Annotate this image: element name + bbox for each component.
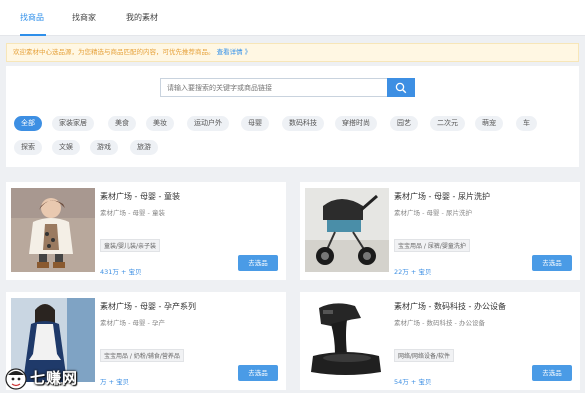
watermark-mascot-icon xyxy=(5,368,27,390)
search-icon xyxy=(395,82,407,94)
category-chip-car[interactable]: 车 xyxy=(516,116,537,131)
card-tag: 网络/网络设备/软件 xyxy=(394,349,455,362)
card-tag: 童装/婴儿装/亲子装 xyxy=(100,239,161,252)
category-chip-games[interactable]: 游戏 xyxy=(90,140,118,155)
go-select-button[interactable]: 去选品 xyxy=(532,365,572,381)
category-chip-sports[interactable]: 运动户外 xyxy=(187,116,229,131)
card-title: 素材广场 - 数码科技 - 办公设备 xyxy=(394,302,506,311)
product-image-stroller xyxy=(305,188,389,272)
tab-my-materials[interactable]: 我的素材 xyxy=(126,12,158,36)
category-chip-home[interactable]: 家装家居 xyxy=(52,116,94,131)
material-card[interactable]: 素材广场 - 母婴 - 尿片洗护 素材广场 - 母婴 - 尿片洗护 宝宝用品 /… xyxy=(300,182,580,280)
go-select-button[interactable]: 去选品 xyxy=(532,255,572,271)
card-tag: 宝宝用品 / 奶粉/辅食/营养品 xyxy=(100,349,184,362)
card-category-path: 素材广场 - 数码科技 - 办公设备 xyxy=(394,319,485,327)
card-category-path: 素材广场 - 母婴 - 童装 xyxy=(100,209,165,217)
category-chip-garden[interactable]: 园艺 xyxy=(390,116,418,131)
card-item-count: 22万 + 宝贝 xyxy=(394,268,432,276)
search-button[interactable] xyxy=(387,78,415,97)
category-chip-entertainment[interactable]: 文娱 xyxy=(52,140,80,155)
category-chip-anime[interactable]: 二次元 xyxy=(430,116,465,131)
product-image-kids-coat xyxy=(11,188,95,272)
top-tab-bar: 找商品 找商家 我的素材 xyxy=(0,0,585,36)
card-title: 素材广场 - 母婴 - 尿片洗护 xyxy=(394,192,490,201)
go-select-button[interactable]: 去选品 xyxy=(238,255,278,271)
category-chip-all[interactable]: 全部 xyxy=(14,116,42,131)
product-image-barcode-scanner xyxy=(305,298,389,382)
notice-detail-link[interactable]: 查看详情 》 xyxy=(217,48,252,56)
category-chip-fashion[interactable]: 穿搭时尚 xyxy=(335,116,377,131)
watermark-text: 七赚网 xyxy=(30,369,79,387)
category-chip-pets[interactable]: 萌宠 xyxy=(475,116,503,131)
card-tag: 宝宝用品 / 尿裤/婴童洗护 xyxy=(394,239,470,252)
tab-find-merchants[interactable]: 找商家 xyxy=(72,12,96,36)
category-chip-baby[interactable]: 母婴 xyxy=(241,116,269,131)
search-panel: 全部 家装家居 美食 美妆 运动户外 母婴 数码科技 穿搭时尚 园艺 二次元 萌… xyxy=(6,66,579,167)
category-chip-digital[interactable]: 数码科技 xyxy=(282,116,324,131)
category-chip-food[interactable]: 美食 xyxy=(108,116,136,131)
card-category-path: 素材广场 - 母婴 - 孕产 xyxy=(100,319,165,327)
tab-find-products[interactable]: 找商品 xyxy=(20,12,46,36)
watermark-logo: 七赚网 xyxy=(4,366,114,390)
search-input[interactable] xyxy=(160,78,387,97)
card-category-path: 素材广场 - 母婴 - 尿片洗护 xyxy=(394,209,472,217)
category-chip-travel[interactable]: 旅游 xyxy=(130,140,158,155)
material-card[interactable]: 素材广场 - 数码科技 - 办公设备 素材广场 - 数码科技 - 办公设备 网络… xyxy=(300,292,580,390)
notice-text: 欢迎素材中心选品源，为您精选与商品匹配的内容，可优先推荐商品。 xyxy=(13,48,215,56)
go-select-button[interactable]: 去选品 xyxy=(238,365,278,381)
card-item-count: 431万 + 宝贝 xyxy=(100,268,142,276)
card-title: 素材广场 - 母婴 - 孕产系列 xyxy=(100,302,196,311)
material-card[interactable]: 素材广场 - 母婴 - 童装 素材广场 - 母婴 - 童装 童装/婴儿装/亲子装… xyxy=(6,182,286,280)
category-chip-explore[interactable]: 探索 xyxy=(14,140,42,155)
notice-banner: 欢迎素材中心选品源，为您精选与商品匹配的内容，可优先推荐商品。 查看详情 》 xyxy=(6,43,579,62)
card-item-count: 54万 + 宝贝 xyxy=(394,378,432,386)
card-title: 素材广场 - 母婴 - 童装 xyxy=(100,192,180,201)
category-chip-beauty[interactable]: 美妆 xyxy=(146,116,174,131)
